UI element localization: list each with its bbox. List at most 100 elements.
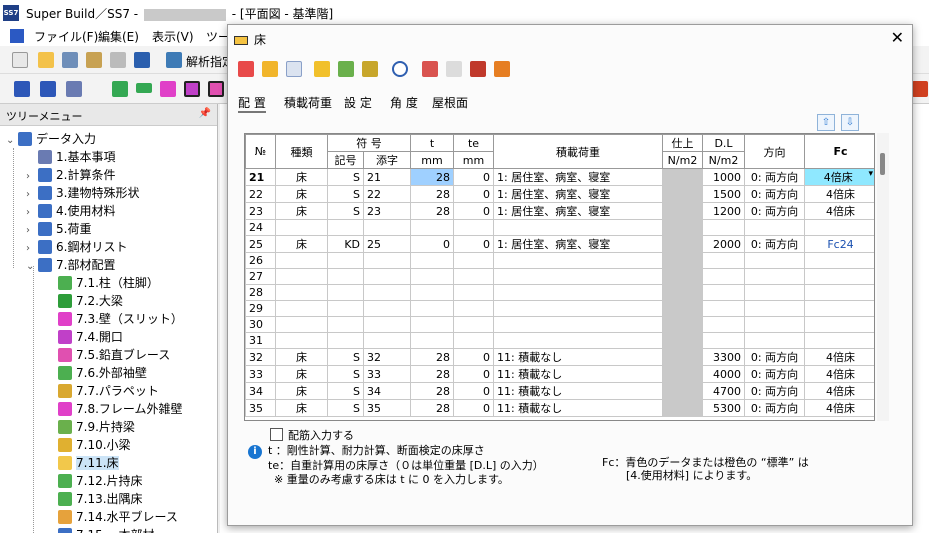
cell-dir[interactable]: 0: 両方向 [744, 399, 805, 417]
cell-t[interactable]: 28 [410, 202, 454, 220]
cell-code[interactable]: S [327, 365, 364, 383]
cell-finish[interactable] [662, 365, 703, 383]
cell-load[interactable]: 11: 積載なし [493, 348, 663, 366]
menu-edit[interactable]: 編集(E) [98, 28, 139, 45]
table-row[interactable]: 29 [245, 300, 874, 317]
import-icon[interactable] [470, 61, 486, 77]
cell-code[interactable] [327, 332, 364, 349]
column-icon[interactable] [112, 81, 128, 97]
open-folder-icon[interactable] [38, 52, 54, 68]
app-menu-icon[interactable] [10, 29, 24, 43]
cell-kind[interactable]: 床 [275, 202, 328, 220]
scrollbar-thumb[interactable] [880, 153, 885, 175]
cell-dl[interactable]: 2000 [702, 235, 745, 253]
cell-code[interactable] [327, 219, 364, 236]
cell-dl[interactable] [702, 316, 745, 333]
tab-placement[interactable]: 配 置 [238, 94, 266, 113]
cell-t[interactable]: 28 [410, 185, 454, 203]
cell-dir[interactable]: 0: 両方向 [744, 365, 805, 383]
tree-item[interactable]: 7.8.フレーム外雑壁 [46, 400, 183, 418]
cell-sub[interactable] [363, 284, 411, 301]
brace-icon[interactable] [208, 81, 224, 97]
cell-load[interactable] [493, 284, 663, 301]
cell-t[interactable]: 28 [410, 382, 454, 400]
cell-finish[interactable] [662, 399, 703, 417]
cell-code[interactable] [327, 252, 364, 269]
unlock-icon[interactable] [86, 52, 102, 68]
cell-load[interactable] [493, 300, 663, 317]
cell-finish[interactable] [662, 235, 703, 253]
cell-dl[interactable]: 1000 [702, 168, 745, 186]
database-icon[interactable] [62, 52, 78, 68]
cell-sub[interactable]: 22 [363, 185, 411, 203]
cell-dl[interactable]: 5300 [702, 399, 745, 417]
cell-code[interactable] [327, 268, 364, 285]
export-icon[interactable] [912, 81, 928, 97]
cell-dl[interactable]: 1500 [702, 185, 745, 203]
cell-sub[interactable]: 33 [363, 365, 411, 383]
table-row[interactable]: 24 [245, 219, 874, 236]
cell-dir[interactable] [744, 316, 805, 333]
tree-item[interactable]: 7.12.片持床 [46, 472, 143, 490]
table-row[interactable]: 21 床 S 21 28 0 1: 居住室、病室、寝室 1000 0: 両方向 4倍床 ▾ [245, 168, 874, 186]
cell-te[interactable]: 0 [453, 185, 494, 203]
cell-dir[interactable] [744, 268, 805, 285]
cell-dir[interactable] [744, 284, 805, 301]
table-row[interactable]: 35 床 S 35 28 0 11: 積載なし 5300 0: 両方向 4倍床 [245, 399, 874, 417]
cell-dl[interactable]: 1200 [702, 202, 745, 220]
cell-finish[interactable] [662, 284, 703, 301]
cell-no[interactable]: 31 [245, 332, 276, 349]
cell-dir[interactable]: 0: 両方向 [744, 348, 805, 366]
cell-kind[interactable] [275, 300, 328, 317]
delete-icon[interactable] [238, 61, 254, 77]
cell-code[interactable]: S [327, 202, 364, 220]
cell-t[interactable] [410, 284, 454, 301]
cell-finish[interactable] [662, 252, 703, 269]
cell-no[interactable]: 21 [245, 168, 276, 186]
cell-finish[interactable] [662, 185, 703, 203]
cell-kind[interactable] [275, 268, 328, 285]
tree-item[interactable]: 7.7.パラペット [46, 382, 159, 400]
cell-fc[interactable] [804, 268, 874, 285]
cell-t[interactable] [410, 332, 454, 349]
cell-kind[interactable]: 床 [275, 348, 328, 366]
cell-t[interactable] [410, 300, 454, 317]
cell-fc[interactable]: 4倍床 [804, 382, 874, 400]
table-row[interactable]: 27 [245, 268, 874, 285]
tree-item[interactable]: 7.11.床 [46, 454, 119, 472]
tree-item[interactable]: 7.5.鉛直ブレース [46, 346, 170, 364]
cell-t[interactable]: 28 [410, 348, 454, 366]
table-row[interactable]: 31 [245, 332, 874, 349]
tree-item[interactable]: 7.9.片持梁 [46, 418, 135, 436]
cell-sub[interactable] [363, 219, 411, 236]
cell-te[interactable]: 0 [453, 235, 494, 253]
cell-te[interactable]: 0 [453, 382, 494, 400]
cell-fc[interactable] [804, 332, 874, 349]
cell-te[interactable] [453, 316, 494, 333]
cell-no[interactable]: 35 [245, 399, 276, 417]
cell-no[interactable]: 27 [245, 268, 276, 285]
cell-dir[interactable]: 0: 両方向 [744, 382, 805, 400]
rebar-input-checkbox[interactable] [270, 428, 283, 441]
cell-finish[interactable] [662, 382, 703, 400]
analysis-icon[interactable] [166, 52, 182, 68]
cell-load[interactable] [493, 332, 663, 349]
tab-live-load[interactable]: 積載荷重 [284, 94, 332, 111]
cell-te[interactable] [453, 268, 494, 285]
grid-icon[interactable] [14, 81, 30, 97]
tree-item[interactable]: › 6.鋼材リスト [26, 238, 127, 256]
table-row[interactable]: 34 床 S 34 28 0 11: 積載なし 4700 0: 両方向 4倍床 [245, 382, 874, 400]
cell-kind[interactable] [275, 252, 328, 269]
cell-t[interactable] [410, 316, 454, 333]
new-file-icon[interactable] [12, 52, 28, 68]
cell-sub[interactable]: 32 [363, 348, 411, 366]
cell-te[interactable] [453, 252, 494, 269]
tab-settings[interactable]: 設 定 [344, 94, 372, 111]
cell-no[interactable]: 29 [245, 300, 276, 317]
table-row[interactable]: 30 [245, 316, 874, 333]
cell-fc[interactable]: Fc24 [804, 235, 874, 253]
cell-dir[interactable]: 0: 両方向 [744, 185, 805, 203]
cell-sub[interactable] [363, 316, 411, 333]
tree-item[interactable]: ⌄ データ入力 [6, 130, 96, 148]
save-icon[interactable] [110, 52, 126, 68]
